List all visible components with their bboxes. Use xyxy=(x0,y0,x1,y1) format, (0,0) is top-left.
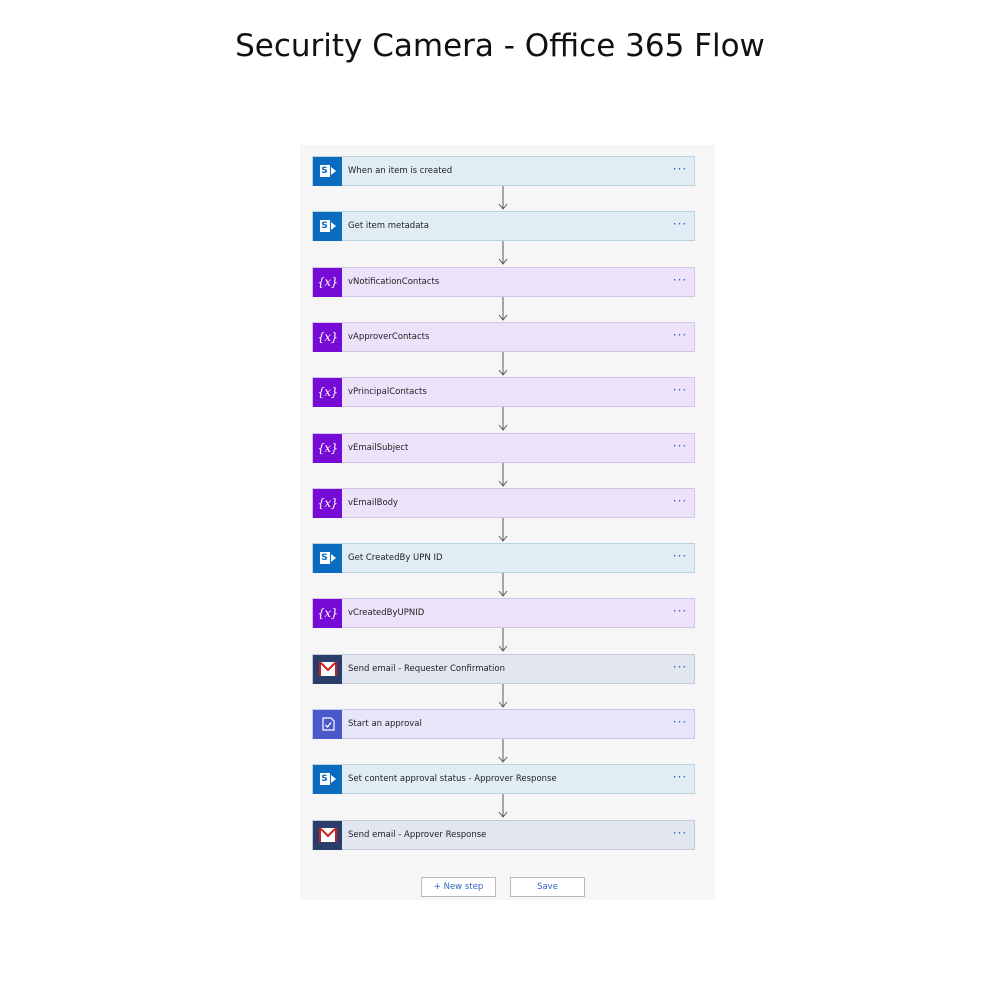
variable-glyph: {x} xyxy=(317,496,338,510)
step-label: Start an approval xyxy=(348,719,422,729)
flow-step[interactable]: Send email - Approver Response ··· xyxy=(312,820,695,850)
variable-icon: {x} xyxy=(313,322,342,352)
step-label: Send email - Approver Response xyxy=(348,830,487,840)
variable-glyph: {x} xyxy=(317,606,338,620)
flow-step[interactable]: {x} vEmailSubject ··· xyxy=(312,433,695,463)
step-label: Set content approval status - Approver R… xyxy=(348,774,557,784)
step-label: vPrincipalContacts xyxy=(348,387,427,397)
more-options-icon[interactable]: ··· xyxy=(666,163,694,178)
connector-arrow-icon xyxy=(498,186,508,210)
variable-glyph: {x} xyxy=(317,275,338,289)
flow-step[interactable]: {x} vCreatedByUPNID ··· xyxy=(312,598,695,628)
flow-step[interactable]: Send email - Requester Confirmation ··· xyxy=(312,654,695,684)
flow-step[interactable]: {x} vNotificationContacts ··· xyxy=(312,267,695,297)
more-options-icon[interactable]: ··· xyxy=(666,716,694,731)
more-options-icon[interactable]: ··· xyxy=(666,218,694,233)
sharepoint-icon: S xyxy=(313,764,342,794)
step-label: When an item is created xyxy=(348,166,453,176)
connector-arrow-icon xyxy=(498,794,508,818)
flow-step[interactable]: S Get CreatedBy UPN ID ··· xyxy=(312,543,695,573)
connector-arrow-icon xyxy=(498,463,508,487)
connector-arrow-icon xyxy=(498,407,508,431)
flow-canvas: + New step Save S When an item is created… xyxy=(300,145,715,900)
step-label: vCreatedByUPNID xyxy=(348,608,425,618)
more-options-icon[interactable]: ··· xyxy=(666,550,694,565)
variable-icon: {x} xyxy=(313,488,342,518)
variable-icon: {x} xyxy=(313,267,342,297)
variable-glyph: {x} xyxy=(317,385,338,399)
sharepoint-icon: S xyxy=(313,211,342,241)
step-label: vNotificationContacts xyxy=(348,277,440,287)
variable-icon: {x} xyxy=(313,377,342,407)
step-label: Get CreatedBy UPN ID xyxy=(348,553,443,563)
more-options-icon[interactable]: ··· xyxy=(666,329,694,344)
sharepoint-letter: S xyxy=(319,165,330,177)
connector-arrow-icon xyxy=(498,684,508,708)
variable-glyph: {x} xyxy=(317,330,338,344)
flow-step[interactable]: S When an item is created ··· xyxy=(312,156,695,186)
gmail-icon xyxy=(313,654,342,684)
new-step-button[interactable]: + New step xyxy=(421,877,496,897)
flow-step[interactable]: Start an approval ··· xyxy=(312,709,695,739)
connector-arrow-icon xyxy=(498,297,508,321)
more-options-icon[interactable]: ··· xyxy=(666,661,694,676)
sharepoint-icon: S xyxy=(313,543,342,573)
flow-step[interactable]: {x} vEmailBody ··· xyxy=(312,488,695,518)
step-label: vEmailSubject xyxy=(348,443,409,453)
more-options-icon[interactable]: ··· xyxy=(666,827,694,842)
sharepoint-letter: S xyxy=(319,552,330,564)
more-options-icon[interactable]: ··· xyxy=(666,274,694,289)
save-button[interactable]: Save xyxy=(510,877,585,897)
step-label: vEmailBody xyxy=(348,498,399,508)
more-options-icon[interactable]: ··· xyxy=(666,605,694,620)
step-label: vApproverContacts xyxy=(348,332,430,342)
gmail-icon xyxy=(313,820,342,850)
sharepoint-letter: S xyxy=(319,220,330,232)
step-label: Send email - Requester Confirmation xyxy=(348,664,505,674)
variable-icon: {x} xyxy=(313,598,342,628)
flow-step[interactable]: {x} vPrincipalContacts ··· xyxy=(312,377,695,407)
flow-step[interactable]: S Set content approval status - Approver … xyxy=(312,764,695,794)
sharepoint-letter: S xyxy=(319,773,330,785)
more-options-icon[interactable]: ··· xyxy=(666,495,694,510)
more-options-icon[interactable]: ··· xyxy=(666,384,694,399)
variable-icon: {x} xyxy=(313,433,342,463)
connector-arrow-icon xyxy=(498,739,508,763)
connector-arrow-icon xyxy=(498,573,508,597)
flow-step[interactable]: {x} vApproverContacts ··· xyxy=(312,322,695,352)
approval-icon xyxy=(313,709,342,739)
page-title: Security Camera - Office 365 Flow xyxy=(235,28,765,64)
sharepoint-icon: S xyxy=(313,156,342,186)
step-label: Get item metadata xyxy=(348,221,429,231)
more-options-icon[interactable]: ··· xyxy=(666,440,694,455)
more-options-icon[interactable]: ··· xyxy=(666,771,694,786)
connector-arrow-icon xyxy=(498,241,508,265)
connector-arrow-icon xyxy=(498,518,508,542)
connector-arrow-icon xyxy=(498,352,508,376)
flow-step[interactable]: S Get item metadata ··· xyxy=(312,211,695,241)
variable-glyph: {x} xyxy=(317,441,338,455)
connector-arrow-icon xyxy=(498,628,508,652)
